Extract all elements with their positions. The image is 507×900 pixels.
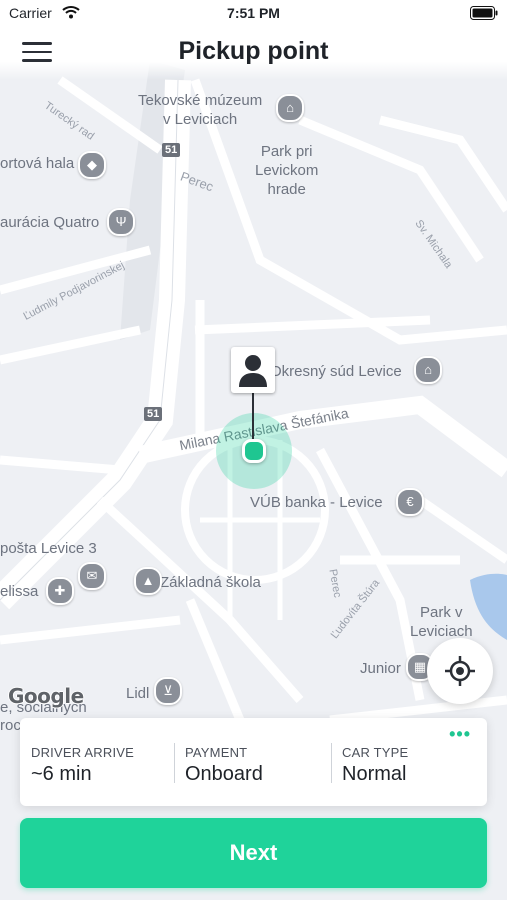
ride-info-card: ••• DRIVER ARRIVE ~6 min PAYMENT Onboard… [20,718,487,806]
driver-arrive-value: ~6 min [31,763,92,785]
nav-bar: Pickup point [0,28,507,80]
map-label-elissa: elissa [0,583,39,600]
google-logo: Google [8,684,84,708]
map-label-tekovske-muzeum: Tekovské múzeum v Leviciach [138,92,263,128]
status-time: 7:51 PM [227,5,280,21]
pickup-pin-person-icon[interactable] [231,347,275,393]
shop-icon[interactable]: ✚ [46,577,74,605]
crosshair-icon [445,656,475,686]
map-label-lidl: Lidl [126,685,150,702]
my-location-button[interactable] [427,638,493,704]
mail-icon[interactable]: ✉ [78,562,106,590]
school-icon[interactable]: ▲ [134,567,162,595]
map-label-park-pri-hrade: Park pri Levickom hrade [255,143,319,198]
next-button[interactable]: Next [20,818,487,888]
battery-icon [470,6,498,23]
map-label-zakladna-skola: Základná škola [160,574,261,591]
route-badge-51: 51 [162,143,181,157]
driver-arrive-label: DRIVER ARRIVE [31,745,135,760]
payment-section[interactable]: PAYMENT Onboard [185,718,325,806]
stadium-icon[interactable]: ◆ [78,151,106,179]
pickup-pin-stem [252,390,254,442]
car-type-label: CAR TYPE [342,745,409,760]
map-label-okresny-sud: Okresný súd Levice [270,363,402,380]
car-type-section[interactable]: CAR TYPE Normal [342,718,482,806]
map-label-posta: pošta Levice 3 [0,540,97,557]
status-bar: Carrier 7:51 PM [0,0,507,28]
restaurant-icon[interactable]: Ψ [107,208,135,236]
map-label-restauracia-quatro: aurácia Quatro [0,214,100,231]
car-type-value: Normal [342,763,407,785]
courthouse-icon[interactable]: ⌂ [414,356,442,384]
page-title: Pickup point [178,37,329,65]
divider [174,743,175,783]
map-label-vub-banka: VÚB banka - Levice [250,494,383,511]
payment-value: Onboard [185,763,263,785]
museum-icon[interactable]: ⌂ [276,94,304,122]
shopping-cart-icon[interactable]: ⊻ [154,677,182,705]
bank-icon[interactable]: € [396,488,424,516]
map-label-park-v-leviciach: Park v Leviciach [410,604,473,640]
map-label-junior: Junior [360,660,401,677]
map-label-sportova-hala: ortová hala [0,155,75,172]
payment-label: PAYMENT [185,745,248,760]
map-label-roc: roc [0,717,21,734]
route-badge-51: 51 [144,407,163,421]
divider [331,743,332,783]
driver-arrive-section: DRIVER ARRIVE ~6 min [31,718,171,806]
pickup-location-dot [242,439,266,463]
